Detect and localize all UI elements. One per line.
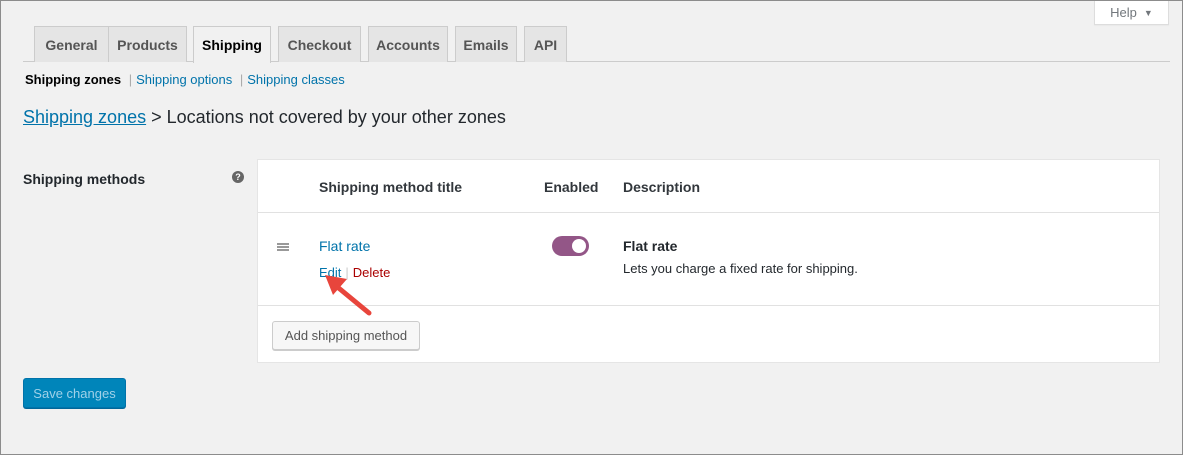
help-label: Help — [1110, 5, 1137, 20]
column-header-description: Description — [623, 179, 701, 195]
settings-tabs: General Products Shipping Checkout Accou… — [23, 26, 1170, 63]
tab-shipping[interactable]: Shipping — [193, 26, 271, 63]
column-header-title: Shipping method title — [319, 179, 463, 195]
shipping-methods-label: Shipping methods — [23, 171, 146, 187]
breadcrumb-separator: > — [151, 107, 162, 127]
table-row: Flat rate Edit | Delete Flat rate Lets you… — [258, 213, 1159, 306]
tab-general[interactable]: General — [34, 26, 109, 62]
breadcrumb-shipping-zones-link[interactable]: Shipping zones — [23, 107, 146, 127]
help-tip-icon[interactable]: ? — [232, 171, 244, 183]
add-shipping-method-button[interactable]: Add shipping method — [272, 321, 420, 350]
column-header-enabled: Enabled — [544, 179, 599, 195]
subnav-shipping-classes[interactable]: Shipping classes — [247, 72, 345, 87]
tab-checkout[interactable]: Checkout — [278, 26, 361, 62]
toggle-knob — [572, 239, 586, 253]
subsection-nav: Shipping zones | Shipping options | Shippi… — [25, 72, 345, 87]
tab-emails[interactable]: Emails — [455, 26, 517, 62]
settings-page: Help ▼ General Products Shipping Checkou… — [0, 0, 1183, 455]
method-title-link[interactable]: Flat rate — [319, 238, 370, 254]
tab-accounts[interactable]: Accounts — [368, 26, 448, 62]
annotation-arrow-icon — [325, 275, 372, 316]
zone-title: Locations not covered by your other zone… — [166, 107, 506, 127]
enabled-toggle[interactable] — [552, 236, 589, 256]
table-header: Shipping method title Enabled Descriptio… — [258, 160, 1159, 213]
save-changes-button[interactable]: Save changes — [23, 378, 126, 408]
caret-down-icon: ▼ — [1143, 7, 1153, 18]
tab-api[interactable]: API — [524, 26, 567, 62]
method-description-text: Lets you charge a fixed rate for shippin… — [623, 261, 858, 276]
subnav-shipping-options[interactable]: Shipping options — [136, 72, 232, 87]
shipping-methods-table: Shipping method title Enabled Descriptio… — [257, 159, 1160, 363]
subnav-separator: | — [239, 72, 244, 87]
help-button[interactable]: Help ▼ — [1094, 1, 1169, 25]
page-title: Shipping zones > Locations not covered b… — [23, 107, 506, 128]
subnav-separator: | — [128, 72, 133, 87]
method-description-title: Flat rate — [623, 238, 678, 254]
tab-products[interactable]: Products — [108, 26, 187, 62]
drag-handle-icon[interactable] — [277, 243, 289, 251]
subnav-shipping-zones[interactable]: Shipping zones — [25, 72, 121, 87]
